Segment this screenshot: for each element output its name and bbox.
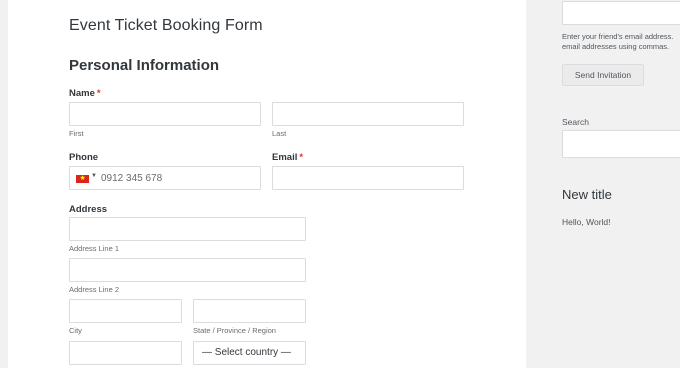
phone-input[interactable]: ▼ 0912 345 678 [69,166,261,190]
main-content: Event Ticket Booking Form Personal Infor… [8,0,526,368]
sidebar: Enter your friend's email address. email… [526,0,680,368]
city-input[interactable] [69,299,182,323]
friend-email-input[interactable] [562,1,680,25]
zip-input[interactable] [69,341,182,365]
city-sublabel: City [69,326,82,335]
address-line2-sublabel: Address Line 2 [69,285,120,294]
required-mark: * [299,152,304,163]
send-invitation-button[interactable]: Send Invitation [562,64,644,86]
state-input[interactable] [193,299,306,323]
email-label: Email * [272,152,304,163]
last-name-sublabel: Last [272,129,287,138]
widget-title: New title [562,187,612,202]
widget-body: Hello, World! [562,217,611,227]
phone-label: Phone [69,152,99,163]
address-line1-input[interactable] [69,217,306,241]
last-name-input[interactable] [272,102,464,126]
first-name-sublabel: First [69,129,84,138]
caret-down-icon[interactable]: ▼ [91,173,97,179]
form-title: Event Ticket Booking Form [69,17,263,34]
section-title: Personal Information [69,57,220,74]
address-label: Address [69,204,108,215]
country-select-value: — Select country — [202,347,291,358]
name-label: Name * [69,88,101,99]
address-line1-sublabel: Address Line 1 [69,244,120,253]
state-sublabel: State / Province / Region [193,326,276,335]
address-line2-input[interactable] [69,258,306,282]
search-input[interactable] [562,130,680,158]
invite-help-line1: Enter your friend's email address. [562,32,674,41]
phone-value: 0912 345 678 [101,173,163,184]
vietnam-flag-icon[interactable] [76,173,89,185]
required-mark: * [96,88,101,99]
first-name-input[interactable] [69,102,261,126]
search-label: Search [562,117,589,127]
country-select[interactable]: — Select country — [193,341,306,365]
invite-help-line2: email addresses using commas. [562,42,670,51]
email-input[interactable] [272,166,464,190]
